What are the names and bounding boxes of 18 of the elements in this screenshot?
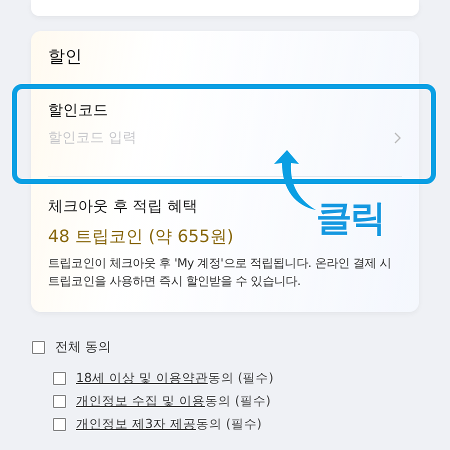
- terms-link[interactable]: 18세 이상 및 이용약관: [76, 370, 208, 385]
- field-label: 할인코드: [48, 101, 109, 120]
- section-title: 할인: [48, 46, 83, 69]
- agreement-text: 개인정보 수집 및 이용동의 (필수): [76, 393, 271, 410]
- reward-title: 체크아웃 후 적립 혜택: [48, 197, 198, 216]
- agree-all-label: 전체 동의: [55, 339, 112, 356]
- checkbox[interactable]: [53, 372, 66, 385]
- reward-description: 트립코인이 체크아웃 후 'My 계정'으로 적립됩니다. 온라인 결제 시 트립코인을 사용하면 즉시 할인받을 수 있습니다.: [48, 255, 392, 290]
- agreement-text: 18세 이상 및 이용약관동의 (필수): [76, 370, 274, 387]
- annotation-label: 클릭: [316, 197, 384, 241]
- checkbox[interactable]: [53, 395, 66, 408]
- reward-amount: 48 트립코인 (약 655원): [48, 226, 234, 248]
- chevron-right-icon: [394, 132, 402, 144]
- terms-link[interactable]: 개인정보 제3자 제공: [76, 416, 196, 431]
- terms-link[interactable]: 개인정보 수집 및 이용: [76, 393, 205, 408]
- checkbox[interactable]: [53, 418, 66, 431]
- checkbox[interactable]: [32, 340, 45, 354]
- agreement-text: 개인정보 제3자 제공동의 (필수): [76, 416, 262, 433]
